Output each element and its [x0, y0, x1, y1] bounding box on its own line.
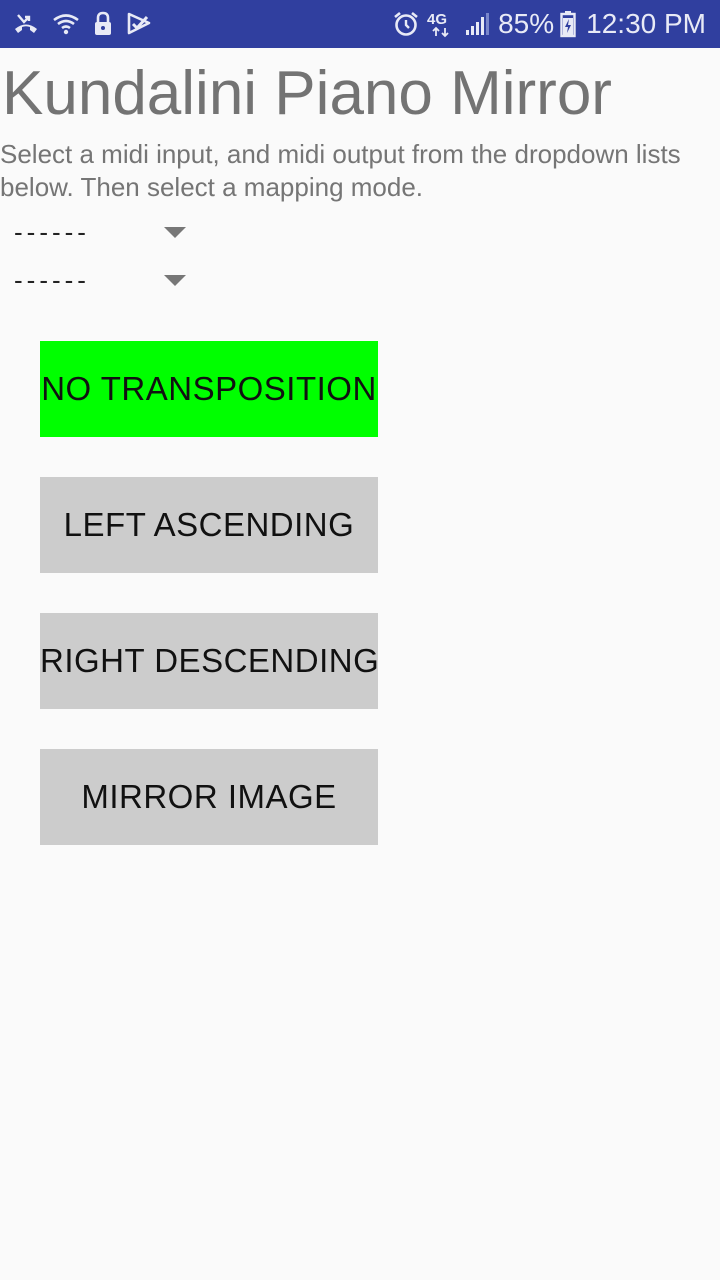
lock-icon [92, 11, 114, 37]
app-title: Kundalini Piano Mirror [2, 59, 612, 128]
signal-icon [464, 11, 490, 37]
battery-icon [560, 10, 576, 38]
status-bar: 4G 85% 12:30 PM [0, 0, 720, 48]
network-4g-icon: 4G [426, 10, 458, 38]
instructions-text: Select a midi input, and midi output fro… [0, 139, 681, 202]
status-bar-system: 4G 85% 12:30 PM [392, 8, 706, 40]
wifi-icon [52, 12, 80, 36]
mirror-image-button[interactable]: MIRROR IMAGE [40, 749, 378, 845]
midi-output-selected-value: ------ [14, 265, 90, 295]
midi-output-dropdown[interactable]: ------ [14, 260, 194, 300]
status-bar-notifications [12, 10, 152, 38]
left-ascending-button[interactable]: LEFT ASCENDING [40, 477, 378, 573]
svg-text:4G: 4G [427, 11, 447, 28]
battery-percent: 85% [498, 8, 555, 39]
no-transposition-button[interactable]: NO TRANSPOSITION [40, 341, 378, 437]
missed-call-icon [12, 12, 40, 36]
midi-input-selected-value: ------ [14, 217, 90, 247]
checkmark-flag-icon [126, 12, 152, 36]
dropdown-arrow-icon [164, 274, 186, 292]
right-descending-button[interactable]: RIGHT DESCENDING [40, 613, 378, 709]
clock: 12:30 PM [586, 8, 706, 39]
dropdown-arrow-icon [164, 226, 186, 244]
midi-input-dropdown[interactable]: ------ [14, 212, 194, 252]
alarm-icon [392, 10, 420, 38]
